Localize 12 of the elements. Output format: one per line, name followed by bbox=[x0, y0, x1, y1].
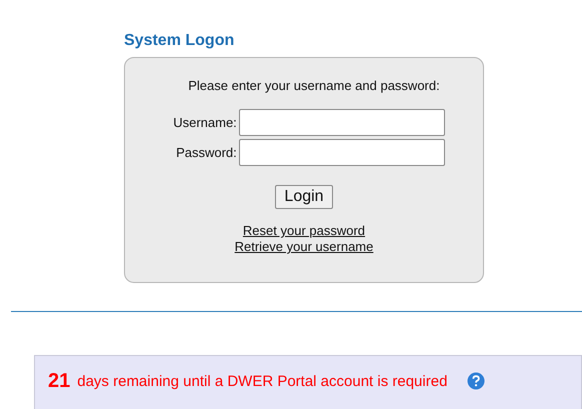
login-button[interactable]: Login bbox=[275, 185, 333, 209]
days-count: 21 bbox=[48, 370, 70, 392]
field-label: Password: bbox=[175, 145, 237, 160]
text-link[interactable]: Retrieve your username bbox=[234, 239, 374, 255]
input-field[interactable] bbox=[238, 109, 445, 136]
prompt-text: Please enter your username and password: bbox=[187, 78, 440, 93]
notice-text: days remaining until a DWER Portal account is required bbox=[77, 372, 448, 390]
text-link[interactable]: Reset your password bbox=[242, 223, 366, 239]
input-field[interactable] bbox=[238, 139, 445, 166]
help-icon[interactable] bbox=[467, 372, 486, 390]
page-title: System Logon bbox=[124, 32, 236, 50]
field-label: Username: bbox=[173, 115, 237, 130]
